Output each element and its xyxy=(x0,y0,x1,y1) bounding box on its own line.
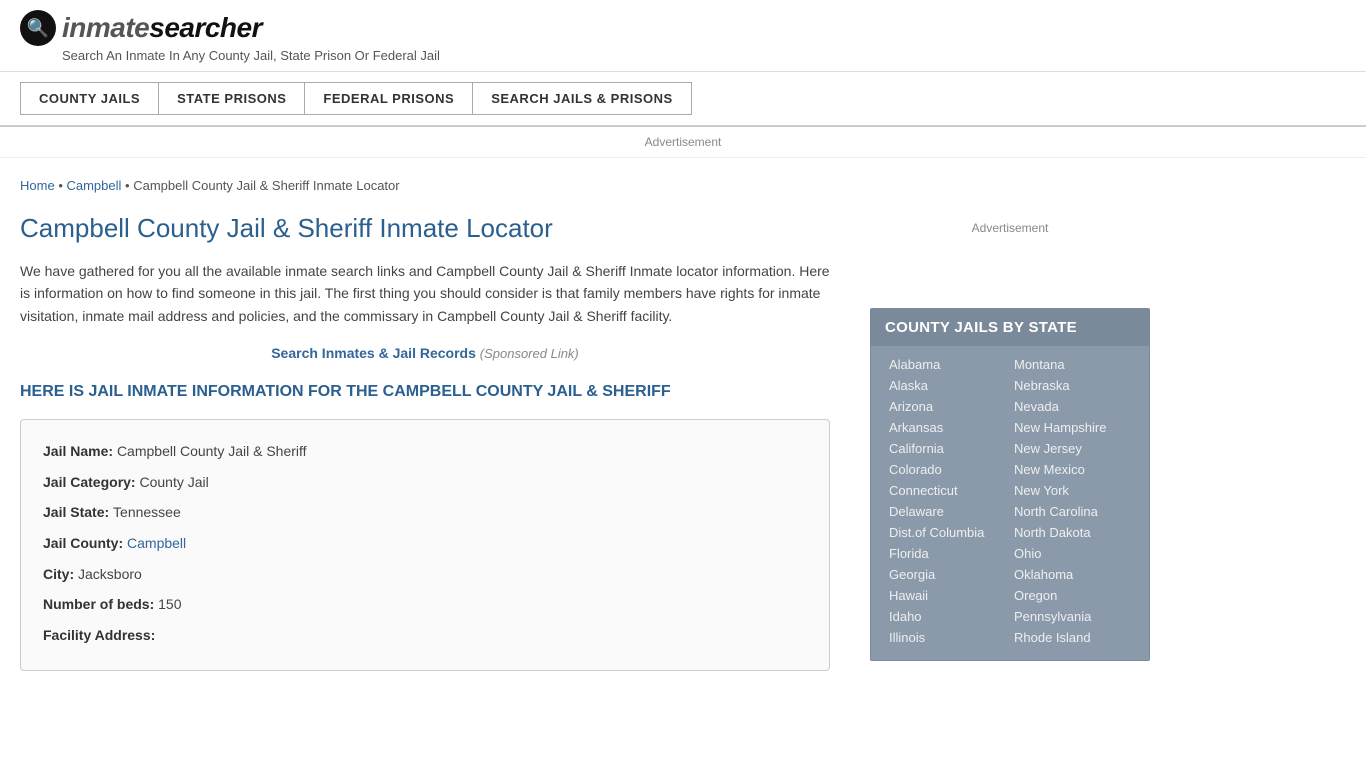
breadcrumb-campbell[interactable]: Campbell xyxy=(66,178,121,193)
state-north-carolina[interactable]: North Carolina xyxy=(1010,501,1135,522)
nav-state-prisons[interactable]: STATE PRISONS xyxy=(158,82,304,115)
val-jail-county-link[interactable]: Campbell xyxy=(127,535,186,551)
label-jail-name: Jail Name: xyxy=(43,443,117,459)
field-city: City: Jacksboro xyxy=(43,561,807,588)
breadcrumb: Home • Campbell • Campbell County Jail &… xyxy=(20,178,830,193)
val-jail-name: Campbell County Jail & Sheriff xyxy=(117,443,307,459)
field-address: Facility Address: xyxy=(43,622,807,649)
nav-search-jails[interactable]: SEARCH JAILS & PRISONS xyxy=(472,82,691,115)
state-new-mexico[interactable]: New Mexico xyxy=(1010,459,1135,480)
page-title: Campbell County Jail & Sheriff Inmate Lo… xyxy=(20,213,830,244)
val-jail-state: Tennessee xyxy=(113,504,181,520)
state-grid: Alabama Alaska Arizona Arkansas Californ… xyxy=(871,346,1149,660)
state-new-jersey[interactable]: New Jersey xyxy=(1010,438,1135,459)
state-alaska[interactable]: Alaska xyxy=(885,375,1010,396)
breadcrumb-home[interactable]: Home xyxy=(20,178,55,193)
state-delaware[interactable]: Delaware xyxy=(885,501,1010,522)
state-ohio[interactable]: Ohio xyxy=(1010,543,1135,564)
description-text: We have gathered for you all the availab… xyxy=(20,260,830,327)
search-inmates-link[interactable]: Search Inmates & Jail Records xyxy=(271,345,476,361)
field-beds: Number of beds: 150 xyxy=(43,591,807,618)
state-florida[interactable]: Florida xyxy=(885,543,1010,564)
field-jail-category: Jail Category: County Jail xyxy=(43,469,807,496)
label-city: City: xyxy=(43,566,78,582)
state-dc[interactable]: Dist.of Columbia xyxy=(885,522,1010,543)
ad-sidebar-label: Advertisement xyxy=(972,221,1049,235)
ad-strip: Advertisement xyxy=(0,127,1366,158)
logo-area: 🔍 inmatesearcher xyxy=(20,10,1346,46)
state-alabama[interactable]: Alabama xyxy=(885,354,1010,375)
nav: COUNTY JAILS STATE PRISONS FEDERAL PRISO… xyxy=(0,72,1366,127)
state-oklahoma[interactable]: Oklahoma xyxy=(1010,564,1135,585)
state-box-header: COUNTY JAILS BY STATE xyxy=(871,309,1149,346)
sponsored-text: (Sponsored Link) xyxy=(480,346,579,361)
info-heading: HERE IS JAIL INMATE INFORMATION FOR THE … xyxy=(20,383,830,401)
state-nebraska[interactable]: Nebraska xyxy=(1010,375,1135,396)
label-jail-county: Jail County: xyxy=(43,535,127,551)
state-north-dakota[interactable]: North Dakota xyxy=(1010,522,1135,543)
field-jail-county: Jail County: Campbell xyxy=(43,530,807,557)
state-montana[interactable]: Montana xyxy=(1010,354,1135,375)
header: 🔍 inmatesearcher Search An Inmate In Any… xyxy=(0,0,1366,72)
val-city: Jacksboro xyxy=(78,566,142,582)
label-beds: Number of beds: xyxy=(43,596,158,612)
state-illinois[interactable]: Illinois xyxy=(885,627,1010,648)
state-oregon[interactable]: Oregon xyxy=(1010,585,1135,606)
logo-icon: 🔍 xyxy=(20,10,56,46)
breadcrumb-current: Campbell County Jail & Sheriff Inmate Lo… xyxy=(133,178,399,193)
search-link-area: Search Inmates & Jail Records (Sponsored… xyxy=(20,345,830,361)
val-jail-category: County Jail xyxy=(139,474,208,490)
state-nevada[interactable]: Nevada xyxy=(1010,396,1135,417)
state-rhode-island[interactable]: Rhode Island xyxy=(1010,627,1135,648)
label-jail-category: Jail Category: xyxy=(43,474,139,490)
label-address: Facility Address: xyxy=(43,627,155,643)
state-arizona[interactable]: Arizona xyxy=(885,396,1010,417)
state-idaho[interactable]: Idaho xyxy=(885,606,1010,627)
state-pennsylvania[interactable]: Pennsylvania xyxy=(1010,606,1135,627)
field-jail-name: Jail Name: Campbell County Jail & Sherif… xyxy=(43,438,807,465)
nav-federal-prisons[interactable]: FEDERAL PRISONS xyxy=(304,82,472,115)
breadcrumb-sep2: • xyxy=(125,178,133,193)
ad-sidebar: Advertisement xyxy=(870,168,1150,288)
state-georgia[interactable]: Georgia xyxy=(885,564,1010,585)
state-california[interactable]: California xyxy=(885,438,1010,459)
state-hawaii[interactable]: Hawaii xyxy=(885,585,1010,606)
state-connecticut[interactable]: Connecticut xyxy=(885,480,1010,501)
state-new-hampshire[interactable]: New Hampshire xyxy=(1010,417,1135,438)
sidebar: Advertisement COUNTY JAILS BY STATE Alab… xyxy=(860,158,1170,701)
info-box: Jail Name: Campbell County Jail & Sherif… xyxy=(20,419,830,671)
field-jail-state: Jail State: Tennessee xyxy=(43,499,807,526)
tagline: Search An Inmate In Any County Jail, Sta… xyxy=(62,48,1346,63)
content-area: Home • Campbell • Campbell County Jail &… xyxy=(0,158,860,701)
state-col1: Alabama Alaska Arizona Arkansas Californ… xyxy=(885,354,1010,648)
state-new-york[interactable]: New York xyxy=(1010,480,1135,501)
state-box: COUNTY JAILS BY STATE Alabama Alaska Ari… xyxy=(870,308,1150,661)
val-beds: 150 xyxy=(158,596,181,612)
nav-county-jails[interactable]: COUNTY JAILS xyxy=(20,82,158,115)
label-jail-state: Jail State: xyxy=(43,504,113,520)
state-arkansas[interactable]: Arkansas xyxy=(885,417,1010,438)
logo-text-part1: inmate xyxy=(62,12,149,43)
logo-text-part2: searcher xyxy=(149,12,262,43)
logo-text: inmatesearcher xyxy=(62,12,262,44)
state-col2: Montana Nebraska Nevada New Hampshire Ne… xyxy=(1010,354,1135,648)
state-colorado[interactable]: Colorado xyxy=(885,459,1010,480)
nav-inner: COUNTY JAILS STATE PRISONS FEDERAL PRISO… xyxy=(20,82,1346,115)
main-layout: Home • Campbell • Campbell County Jail &… xyxy=(0,158,1366,701)
